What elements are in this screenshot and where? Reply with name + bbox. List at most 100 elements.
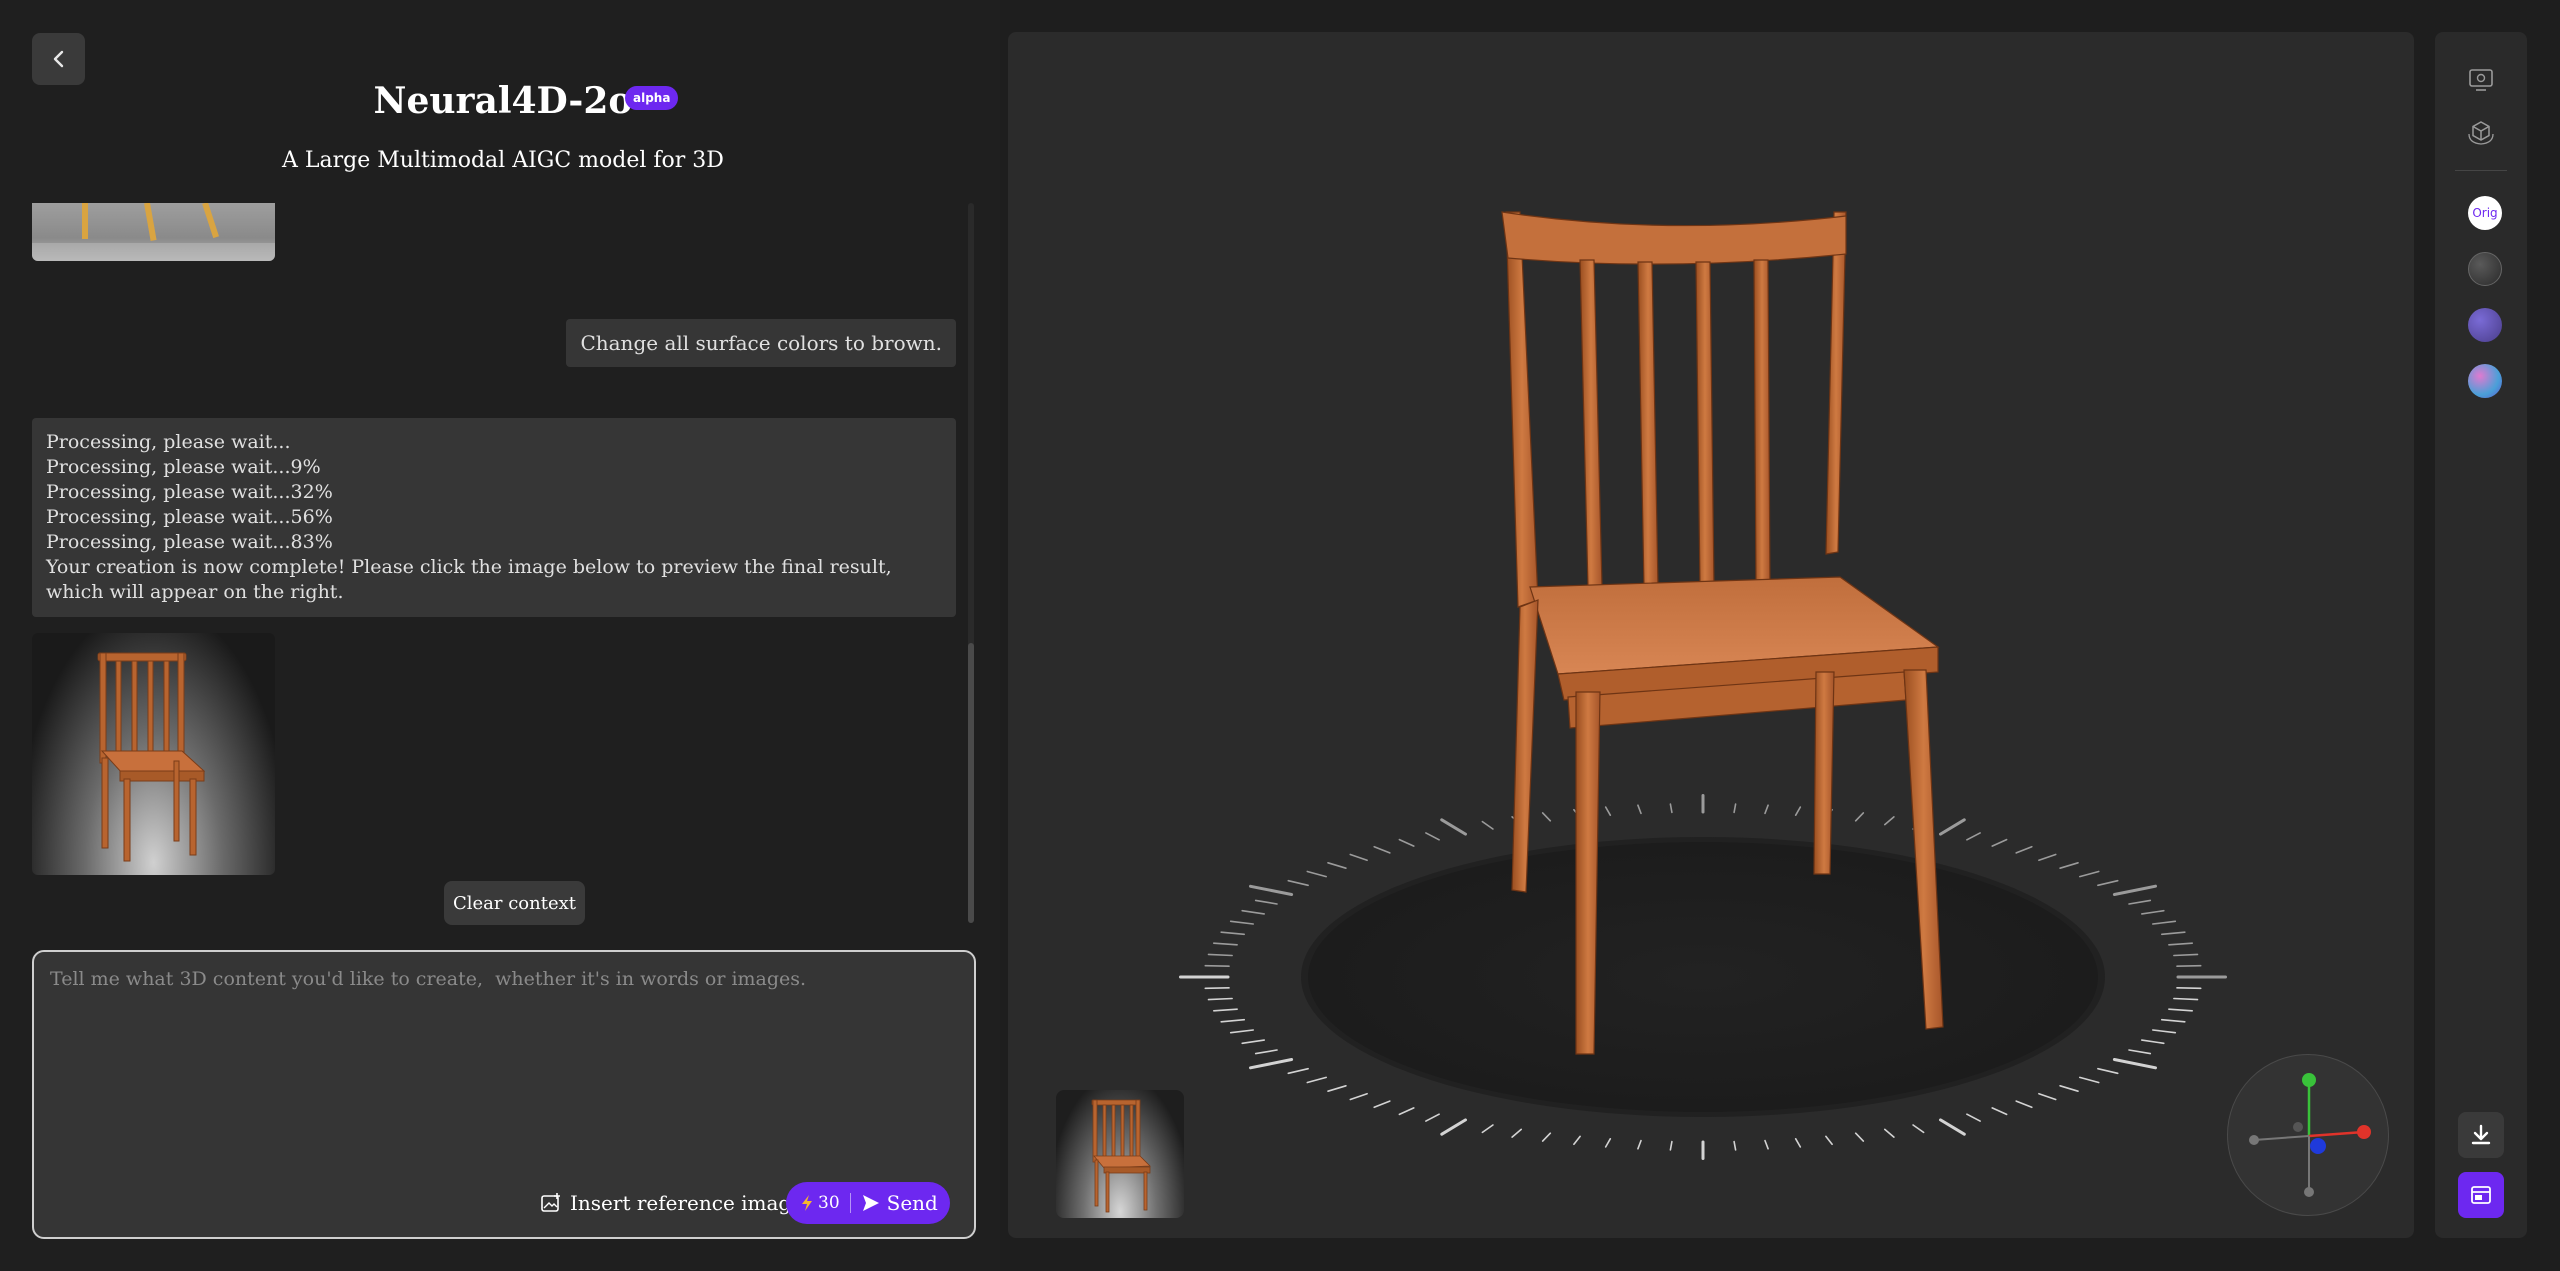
send-button[interactable]: 30 Send	[786, 1182, 950, 1224]
bot-line: Your creation is now complete! Please cl…	[46, 556, 892, 603]
insert-reference-image-button[interactable]: Insert reference image	[540, 1188, 803, 1218]
ring-tick	[1481, 1124, 1494, 1134]
ring-tick	[2168, 942, 2193, 946]
ring-tick	[1241, 909, 1266, 915]
app-title: Neural4D-2o alpha	[373, 80, 679, 122]
ring-tick	[2097, 879, 2119, 887]
ring-tick	[2038, 853, 2057, 862]
ring-tick	[1241, 1039, 1266, 1045]
ring-tick	[1825, 1135, 1833, 1146]
ring-tick	[2141, 909, 2165, 915]
download-button[interactable]	[2458, 1112, 2504, 1158]
ring-tick	[2128, 1049, 2152, 1055]
ring-tick	[1398, 838, 1415, 847]
model-viewport[interactable]	[1008, 32, 2414, 1238]
ring-tick	[1637, 804, 1642, 815]
title-block: Neural4D-2o alpha	[0, 80, 1006, 122]
ring-tick	[1794, 1138, 1802, 1148]
chevron-left-icon	[53, 50, 63, 68]
ring-tick	[1213, 1008, 1238, 1012]
ring-tick	[1991, 838, 2008, 847]
ring-tick	[1287, 879, 1309, 887]
chat-history[interactable]: Change all surface colors to brown. Proc…	[32, 203, 956, 925]
material-normal-swatch[interactable]	[2468, 308, 2502, 342]
chat-scrollbar-thumb[interactable]	[968, 643, 974, 923]
material-clay-swatch[interactable]	[2468, 252, 2502, 286]
ring-tick	[1991, 1107, 2008, 1116]
insert-reference-label: Insert reference image	[570, 1191, 804, 1215]
chat-panel: Neural4D-2o alpha A Large Multimodal AIG…	[0, 0, 1000, 1271]
bot-line: Processing, please wait...32%	[46, 481, 333, 503]
ring-tick	[1854, 1132, 1865, 1142]
ring-tick	[2059, 861, 2079, 870]
ring-tick	[1440, 818, 1467, 836]
screenshot-icon	[2471, 1186, 2491, 1204]
user-message: Change all surface colors to brown.	[566, 319, 956, 367]
display-mode-button[interactable]	[2461, 60, 2501, 100]
previous-result-thumbnail[interactable]	[32, 203, 275, 261]
ring-tick	[1966, 1113, 1981, 1122]
bot-line: Processing, please wait...56%	[46, 506, 333, 528]
ring-tick	[2161, 1018, 2186, 1023]
ring-tick	[1327, 1085, 1347, 1092]
ring-tick	[2112, 1058, 2157, 1070]
bot-line: Processing, please wait...83%	[46, 531, 333, 553]
ring-tick	[1287, 1067, 1309, 1075]
lightning-icon	[802, 1195, 812, 1211]
ring-tick	[1764, 1139, 1769, 1150]
ring-tick	[1207, 997, 1233, 1001]
material-original-swatch[interactable]: Orig	[2468, 196, 2502, 230]
ring-tick	[2173, 997, 2199, 1001]
ring-tick	[1733, 1140, 1737, 1151]
ring-tick	[1349, 1092, 1368, 1101]
ring-tick	[2038, 1092, 2057, 1101]
credit-cost: 30	[800, 1193, 851, 1213]
ring-tick	[1966, 832, 1981, 841]
view-toolbar: Orig	[2435, 32, 2527, 1238]
monitor-settings-icon	[2469, 69, 2493, 91]
ring-tick	[1425, 1113, 1440, 1122]
ring-tick	[1207, 953, 1233, 957]
ring-tick	[1204, 986, 1230, 990]
ring-tick	[1912, 1124, 1925, 1134]
ring-tick	[1541, 1132, 1552, 1142]
ring-tick	[1733, 803, 1737, 814]
ring-tick	[1883, 1128, 1895, 1138]
ring-tick	[1481, 820, 1494, 830]
floor-disc	[1301, 837, 2105, 1117]
ring-tick	[1229, 1029, 1254, 1034]
ring-tick	[2176, 964, 2202, 968]
credit-count: 30	[818, 1193, 840, 1213]
ring-tick	[1637, 1139, 1642, 1150]
prompt-input[interactable]	[50, 968, 950, 1128]
ring-tick	[2059, 1085, 2079, 1092]
cube-rotate-icon	[2468, 121, 2494, 145]
back-button[interactable]	[32, 33, 85, 85]
ring-tick	[1669, 1140, 1673, 1151]
ring-tick	[1213, 942, 1238, 946]
ring-tick	[1425, 832, 1440, 841]
app-title-text: Neural4D-2o	[373, 80, 633, 122]
ring-tick	[1854, 812, 1865, 822]
material-iridescent-swatch[interactable]	[2468, 364, 2502, 398]
3d-view-button[interactable]	[2461, 112, 2501, 152]
ring-tick	[1440, 1118, 1467, 1136]
model-preview-thumbnail[interactable]	[1056, 1090, 1184, 1218]
ring-tick	[2112, 884, 2157, 896]
screenshot-button[interactable]	[2458, 1172, 2504, 1218]
ring-tick	[2176, 986, 2202, 990]
ring-tick	[2152, 1029, 2177, 1034]
send-icon	[862, 1195, 879, 1211]
3d-scene[interactable]	[1008, 32, 2414, 1238]
bot-line: Processing, please wait...9%	[46, 456, 321, 478]
ring-tick	[1794, 806, 1802, 817]
ring-tick	[1511, 1128, 1523, 1138]
ring-tick	[1254, 899, 1278, 905]
clear-context-button[interactable]: Clear context	[444, 881, 585, 925]
ring-tick	[1306, 1076, 1328, 1084]
image-add-icon	[541, 1193, 560, 1212]
orientation-gizmo[interactable]	[2227, 1054, 2389, 1216]
result-thumbnail[interactable]	[32, 633, 275, 875]
bot-message: Processing, please wait... Processing, p…	[32, 418, 956, 617]
ring-tick	[1764, 804, 1769, 815]
